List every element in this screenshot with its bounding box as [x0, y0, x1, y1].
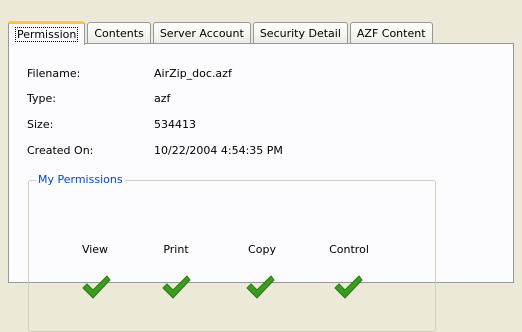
tab-label: AZF Content: [356, 27, 426, 40]
permission-print-label: Print: [163, 243, 189, 256]
type-label: Type:: [27, 92, 56, 105]
permission-copy-label: Copy: [248, 243, 276, 256]
check-icon: [246, 275, 275, 299]
tab-server-account[interactable]: Server Account: [152, 22, 251, 44]
size-label: Size:: [27, 118, 54, 131]
tab-label: Server Account: [159, 27, 244, 40]
tab-label: Contents: [94, 27, 144, 40]
check-icon: [82, 275, 111, 299]
check-icon: [162, 275, 191, 299]
permission-control-label: Control: [329, 243, 369, 256]
tab-strip: Permission Contents Server Account Secur…: [8, 18, 435, 45]
created-on-value: 10/22/2004 4:54:35 PM: [154, 144, 283, 157]
permission-panel: Filename: AirZip_doc.azf Type: azf Size:…: [8, 43, 514, 332]
check-icon: [334, 275, 363, 299]
created-on-label: Created On:: [27, 144, 94, 157]
size-value: 534413: [154, 118, 196, 131]
tab-security-detail[interactable]: Security Detail: [252, 22, 348, 44]
type-value: azf: [154, 92, 171, 105]
tab-azf-content[interactable]: AZF Content: [349, 22, 433, 44]
my-permissions-group: My Permissions View Print Copy Control: [28, 173, 436, 332]
permission-view-label: View: [81, 243, 109, 256]
my-permissions-title: My Permissions: [36, 173, 125, 186]
filename-value: AirZip_doc.azf: [154, 67, 232, 80]
tab-permission[interactable]: Permission: [8, 21, 86, 45]
tab-label: Security Detail: [259, 27, 341, 40]
tab-contents[interactable]: Contents: [87, 22, 151, 44]
filename-label: Filename:: [27, 67, 81, 80]
tab-label: Permission: [15, 27, 79, 42]
